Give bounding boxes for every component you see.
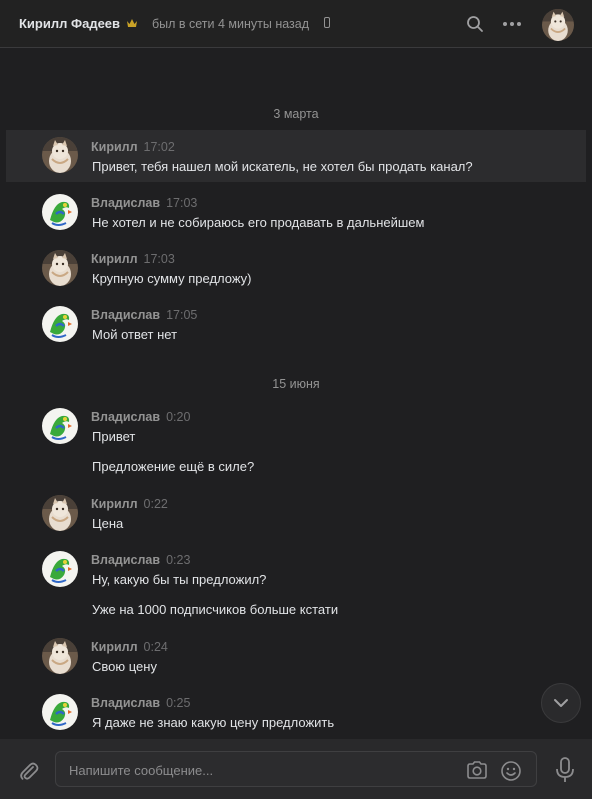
- avatar[interactable]: [42, 551, 78, 587]
- contact-name[interactable]: Кирилл Фадеев: [19, 16, 120, 31]
- message-text: Свою цену: [92, 659, 157, 674]
- message-author[interactable]: Кирилл 17:03: [91, 252, 175, 266]
- avatar[interactable]: [42, 495, 78, 531]
- online-status: был в сети 4 минуты назад: [152, 17, 310, 31]
- message-author[interactable]: Кирилл 0:24: [91, 640, 168, 654]
- more-icon[interactable]: [500, 15, 524, 33]
- message-time: 17:02: [143, 140, 175, 154]
- message-author[interactable]: Владислав 17:05: [91, 308, 197, 322]
- message-text: Уже на 1000 подписчиков больше кстати: [92, 602, 339, 617]
- message-author[interactable]: Владислав 17:03: [91, 196, 197, 210]
- date-separator: 3 марта: [273, 107, 319, 121]
- message-time: 17:05: [166, 308, 198, 322]
- message-composer: Напишите сообщение...: [0, 739, 592, 799]
- message-time: 17:03: [166, 196, 198, 210]
- message-time: 0:23: [166, 553, 191, 567]
- paperclip-icon[interactable]: [17, 760, 41, 784]
- header-avatar[interactable]: [542, 9, 574, 41]
- message-author[interactable]: Владислав 0:23: [91, 553, 190, 567]
- crown-icon: [127, 19, 137, 27]
- avatar[interactable]: [42, 306, 78, 342]
- message-text: Крупную сумму предложу): [92, 271, 252, 286]
- message-text: Не хотел и не собираюсь его продавать в …: [92, 215, 425, 230]
- message-text: Привет: [92, 429, 136, 444]
- message-text: Ну, какую бы ты предложил?: [92, 572, 267, 587]
- chevron-down-icon: [554, 699, 568, 707]
- message-history[interactable]: 3 марта Кирилл 17:02 Привет, тебя нашел м…: [0, 49, 592, 739]
- message-author[interactable]: Кирилл 0:22: [91, 497, 168, 511]
- scroll-down-button[interactable]: [541, 683, 581, 723]
- message-time: 0:22: [143, 497, 168, 511]
- message-time: 0:24: [143, 640, 168, 654]
- avatar[interactable]: [42, 194, 78, 230]
- message-text: Я даже не знаю какую цену предложить: [92, 715, 335, 730]
- message-author[interactable]: Кирилл 17:02: [91, 140, 175, 154]
- chat-header: Кирилл Фадеев был в сети 4 минуты назад: [0, 0, 592, 48]
- search-icon[interactable]: [466, 15, 484, 33]
- message-item[interactable]: [6, 130, 586, 182]
- message-time: 0:25: [166, 696, 191, 710]
- date-separator: 15 июня: [272, 377, 320, 391]
- message-author[interactable]: Владислав 0:20: [91, 410, 190, 424]
- mobile-icon: [324, 17, 330, 28]
- avatar[interactable]: [42, 694, 78, 730]
- camera-icon[interactable]: [466, 760, 488, 780]
- message-author[interactable]: Владислав 0:25: [91, 696, 190, 710]
- message-placeholder: Напишите сообщение...: [69, 763, 214, 778]
- avatar[interactable]: [42, 137, 78, 173]
- message-text: Цена: [92, 516, 124, 531]
- smile-icon[interactable]: [500, 760, 522, 782]
- message-input[interactable]: Напишите сообщение...: [55, 751, 537, 787]
- microphone-icon[interactable]: [553, 756, 577, 784]
- message-time: 17:03: [143, 252, 175, 266]
- avatar[interactable]: [42, 638, 78, 674]
- message-text: Привет, тебя нашел мой искатель, не хоте…: [92, 159, 473, 174]
- message-time: 0:20: [166, 410, 191, 424]
- avatar[interactable]: [42, 250, 78, 286]
- message-text: Предложение ещё в силе?: [92, 459, 255, 474]
- message-text: Мой ответ нет: [92, 327, 178, 342]
- avatar[interactable]: [42, 408, 78, 444]
